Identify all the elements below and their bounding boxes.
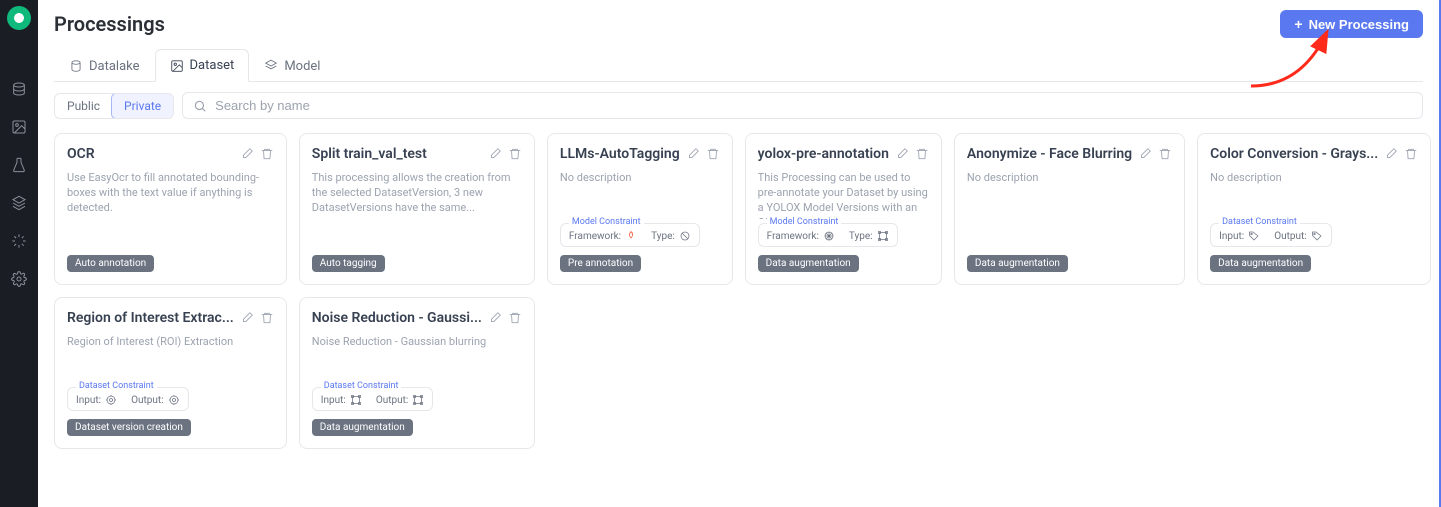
delete-icon[interactable]: [1404, 146, 1418, 165]
card-title: yolox-pre-annotation: [758, 146, 889, 162]
tab-dataset[interactable]: Dataset: [155, 49, 250, 82]
edit-icon[interactable]: [895, 146, 909, 165]
delete-icon[interactable]: [508, 310, 522, 329]
dataset-constraint: Input: Output:: [67, 387, 189, 411]
settings-nav-icon[interactable]: [10, 270, 28, 288]
card-title: LLMs-AutoTagging: [560, 146, 680, 162]
card-description: No description: [560, 171, 720, 219]
search-input[interactable]: [215, 98, 1412, 113]
card-description: This Processing can be used to pre-annot…: [758, 171, 929, 219]
card-title: OCR: [67, 146, 234, 162]
card-description: Use EasyOcr to fill annotated bounding-b…: [67, 171, 274, 247]
constraint-key: Type:: [849, 231, 873, 242]
constraint-key: Input:: [321, 395, 346, 406]
processing-card[interactable]: OCR Use EasyOcr to fill annotated boundin…: [54, 133, 287, 285]
dataset-constraint: Input: Output:: [1210, 223, 1332, 247]
edit-icon[interactable]: [686, 146, 700, 165]
processing-card[interactable]: Anonymize - Face Blurring No description D…: [954, 133, 1185, 285]
processing-card[interactable]: yolox-pre-annotation This Processing can …: [745, 133, 942, 285]
constraint-key: Output:: [1274, 231, 1307, 242]
card-title: Color Conversion - Grays...: [1210, 146, 1378, 162]
card-tag: Auto tagging: [312, 255, 385, 272]
card-description: This processing allows the creation from…: [312, 171, 522, 247]
model-constraint: Framework: Type:: [758, 223, 898, 247]
search-icon: [193, 99, 207, 113]
processing-grid: OCR Use EasyOcr to fill annotated boundin…: [38, 129, 1439, 465]
filter-row: Public Private: [38, 82, 1439, 129]
processing-card[interactable]: Noise Reduction - Gaussi... Noise Reducti…: [299, 297, 535, 449]
constraint-key: Output:: [131, 395, 164, 406]
left-sidebar: [0, 0, 38, 507]
processing-card[interactable]: Color Conversion - Grays... No descriptio…: [1197, 133, 1431, 285]
card-description: No description: [967, 171, 1172, 247]
main-content: Processings + New Processing DatalakeDat…: [38, 0, 1441, 507]
card-tag: Data augmentation: [1210, 255, 1311, 272]
edit-icon[interactable]: [488, 146, 502, 165]
delete-icon[interactable]: [260, 310, 274, 329]
datalake-nav-icon[interactable]: [10, 80, 28, 98]
card-title: Noise Reduction - Gaussi...: [312, 310, 482, 326]
card-title: Region of Interest Extrac...: [67, 310, 234, 326]
card-tag: Pre annotation: [560, 255, 641, 272]
visibility-filter: Public Private: [54, 93, 174, 119]
app-logo[interactable]: [7, 6, 31, 30]
delete-icon[interactable]: [915, 146, 929, 165]
experiment-nav-icon[interactable]: [10, 156, 28, 174]
filter-public[interactable]: Public: [55, 94, 112, 118]
card-tag: Data augmentation: [312, 419, 413, 436]
layers-nav-icon[interactable]: [10, 194, 28, 212]
card-tag: Data augmentation: [967, 255, 1068, 272]
processing-card[interactable]: Split train_val_test This processing allo…: [299, 133, 535, 285]
tab-model[interactable]: Model: [249, 49, 335, 82]
card-description: No description: [1210, 171, 1418, 219]
filter-private[interactable]: Private: [111, 93, 174, 119]
page-title: Processings: [54, 12, 165, 36]
dataset-constraint: Input: Output:: [312, 387, 434, 411]
card-description: Noise Reduction - Gaussian blurring: [312, 335, 522, 383]
plus-icon: +: [1294, 16, 1302, 32]
constraint-key: Type:: [651, 231, 675, 242]
constraint-key: Framework:: [767, 231, 819, 242]
delete-icon[interactable]: [706, 146, 720, 165]
constraint-key: Input:: [76, 395, 101, 406]
tab-label: Dataset: [190, 58, 235, 73]
new-processing-label: New Processing: [1309, 17, 1409, 32]
edit-icon[interactable]: [240, 146, 254, 165]
edit-icon[interactable]: [1384, 146, 1398, 165]
tab-label: Model: [284, 59, 320, 74]
search-box[interactable]: [182, 92, 1423, 119]
edit-icon[interactable]: [488, 310, 502, 329]
new-processing-button[interactable]: + New Processing: [1280, 10, 1423, 38]
card-tag: Dataset version creation: [67, 419, 191, 436]
constraint-key: Framework:: [569, 231, 621, 242]
delete-icon[interactable]: [1158, 146, 1172, 165]
processing-card[interactable]: LLMs-AutoTagging No description Framework:…: [547, 133, 733, 285]
card-description: Region of Interest (ROI) Extraction: [67, 335, 274, 383]
card-tag: Data augmentation: [758, 255, 859, 272]
model-constraint: Framework: Type:: [560, 223, 700, 247]
tab-datalake[interactable]: Datalake: [54, 49, 155, 82]
processing-nav-icon[interactable]: [10, 232, 28, 250]
constraint-key: Input:: [1219, 231, 1244, 242]
card-title: Anonymize - Face Blurring: [967, 146, 1132, 162]
card-title: Split train_val_test: [312, 146, 482, 162]
tabs: Datalake Dataset Model: [54, 48, 1423, 82]
header: Processings + New Processing DatalakeDat…: [38, 0, 1439, 82]
constraint-key: Output:: [376, 395, 409, 406]
card-tag: Auto annotation: [67, 255, 154, 272]
image-nav-icon[interactable]: [10, 118, 28, 136]
delete-icon[interactable]: [508, 146, 522, 165]
edit-icon[interactable]: [240, 310, 254, 329]
tab-label: Datalake: [89, 59, 140, 74]
delete-icon[interactable]: [260, 146, 274, 165]
edit-icon[interactable]: [1138, 146, 1152, 165]
processing-card[interactable]: Region of Interest Extrac... Region of In…: [54, 297, 287, 449]
